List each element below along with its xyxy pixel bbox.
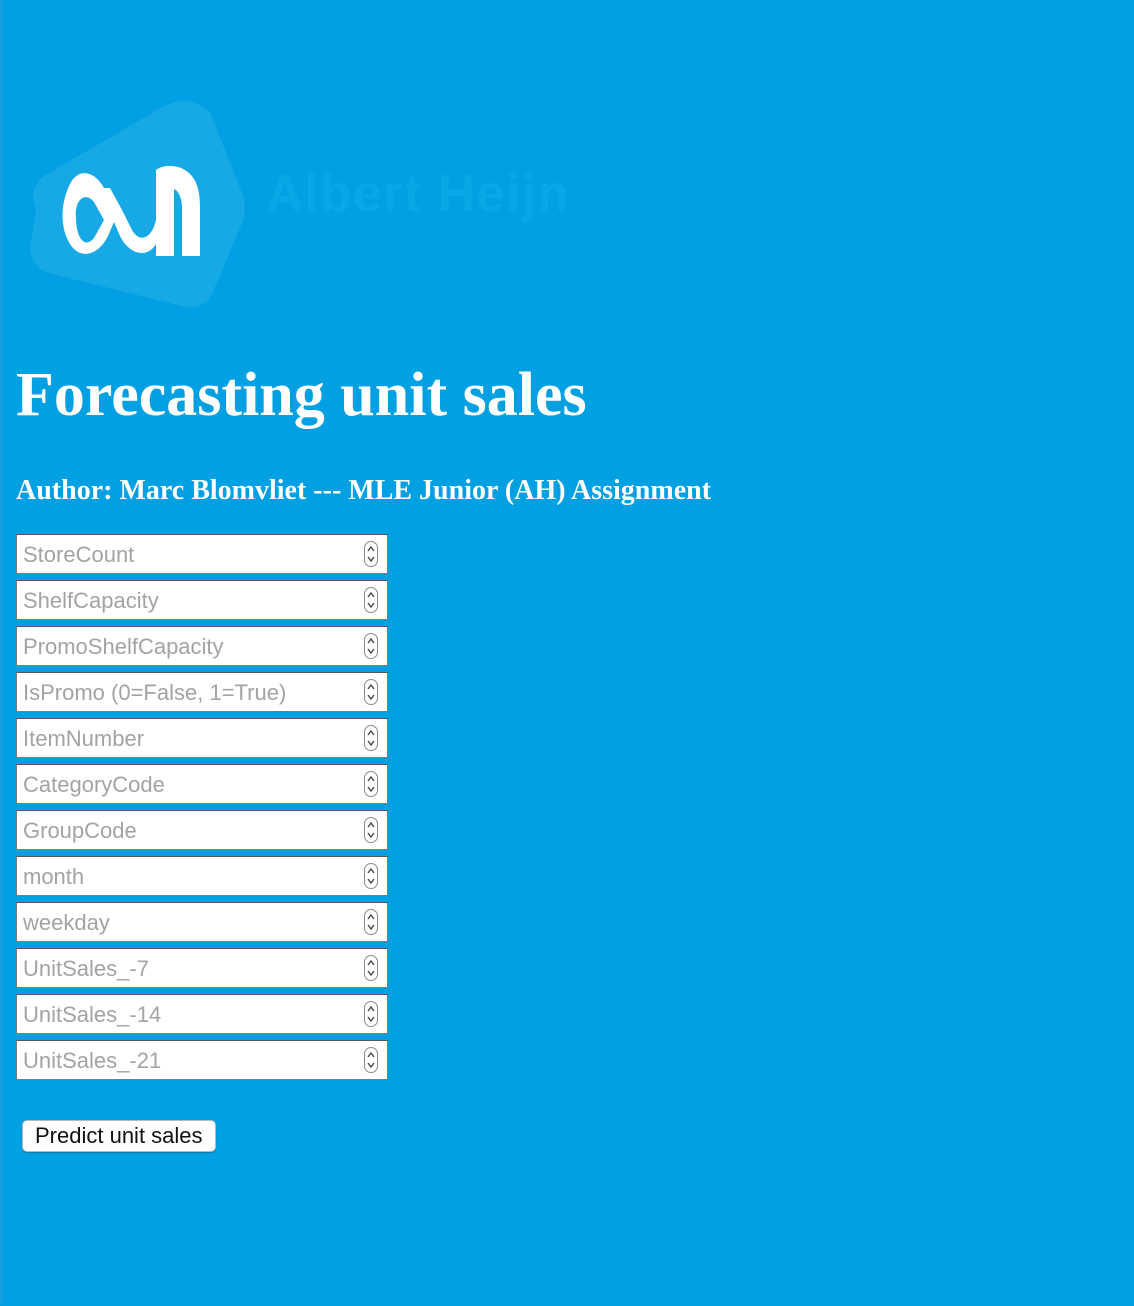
stepper-icon[interactable]	[364, 587, 378, 613]
stepper-icon[interactable]	[364, 679, 378, 705]
field-ispromo	[16, 672, 388, 712]
stepper-icon[interactable]	[364, 725, 378, 751]
chevron-up-icon[interactable]	[367, 958, 375, 968]
author-line: Author: Marc Blomvliet --- MLE Junior (A…	[16, 475, 712, 506]
albert-heijn-logo: Albert Heijn	[14, 98, 634, 308]
stepper-icon[interactable]	[364, 863, 378, 889]
number-input[interactable]	[16, 580, 388, 620]
logo-wordmark: Albert Heijn	[266, 165, 570, 223]
field-unitsales-7	[16, 948, 388, 988]
page-title: Forecasting unit sales	[16, 361, 587, 429]
chevron-up-icon[interactable]	[367, 820, 375, 830]
field-groupcode	[16, 810, 388, 850]
predict-button[interactable]: Predict unit sales	[22, 1120, 216, 1152]
field-itemnumber	[16, 718, 388, 758]
number-input[interactable]	[16, 948, 388, 988]
chevron-up-icon[interactable]	[367, 728, 375, 738]
logo-shape-icon	[30, 101, 245, 307]
field-categorycode	[16, 764, 388, 804]
chevron-up-icon[interactable]	[367, 912, 375, 922]
stepper-icon[interactable]	[364, 909, 378, 935]
stepper-icon[interactable]	[364, 955, 378, 981]
field-shelfcapacity	[16, 580, 388, 620]
chevron-down-icon[interactable]	[367, 876, 375, 886]
field-promoshelfcapacity	[16, 626, 388, 666]
stepper-icon[interactable]	[364, 633, 378, 659]
chevron-up-icon[interactable]	[367, 1050, 375, 1060]
number-input[interactable]	[16, 718, 388, 758]
number-input[interactable]	[16, 810, 388, 850]
chevron-down-icon[interactable]	[367, 600, 375, 610]
stepper-icon[interactable]	[364, 1001, 378, 1027]
chevron-down-icon[interactable]	[367, 646, 375, 656]
chevron-down-icon[interactable]	[367, 784, 375, 794]
prediction-form: Predict unit sales	[16, 534, 396, 1152]
chevron-up-icon[interactable]	[367, 544, 375, 554]
chevron-down-icon[interactable]	[367, 830, 375, 840]
stepper-icon[interactable]	[364, 1047, 378, 1073]
number-input[interactable]	[16, 994, 388, 1034]
stepper-icon[interactable]	[364, 771, 378, 797]
chevron-up-icon[interactable]	[367, 636, 375, 646]
number-input[interactable]	[16, 902, 388, 942]
chevron-down-icon[interactable]	[367, 738, 375, 748]
field-unitsales-14	[16, 994, 388, 1034]
field-unitsales-21	[16, 1040, 388, 1080]
stepper-icon[interactable]	[364, 817, 378, 843]
chevron-up-icon[interactable]	[367, 1004, 375, 1014]
number-input[interactable]	[16, 626, 388, 666]
stepper-icon[interactable]	[364, 541, 378, 567]
number-input[interactable]	[16, 672, 388, 712]
chevron-down-icon[interactable]	[367, 692, 375, 702]
field-month	[16, 856, 388, 896]
chevron-up-icon[interactable]	[367, 774, 375, 784]
number-input[interactable]	[16, 764, 388, 804]
chevron-down-icon[interactable]	[367, 968, 375, 978]
chevron-down-icon[interactable]	[367, 922, 375, 932]
chevron-up-icon[interactable]	[367, 682, 375, 692]
chevron-down-icon[interactable]	[367, 554, 375, 564]
chevron-down-icon[interactable]	[367, 1014, 375, 1024]
field-storecount	[16, 534, 388, 574]
chevron-up-icon[interactable]	[367, 866, 375, 876]
field-weekday	[16, 902, 388, 942]
chevron-down-icon[interactable]	[367, 1060, 375, 1070]
number-input[interactable]	[16, 856, 388, 896]
number-input[interactable]	[16, 534, 388, 574]
chevron-up-icon[interactable]	[367, 590, 375, 600]
number-input[interactable]	[16, 1040, 388, 1080]
